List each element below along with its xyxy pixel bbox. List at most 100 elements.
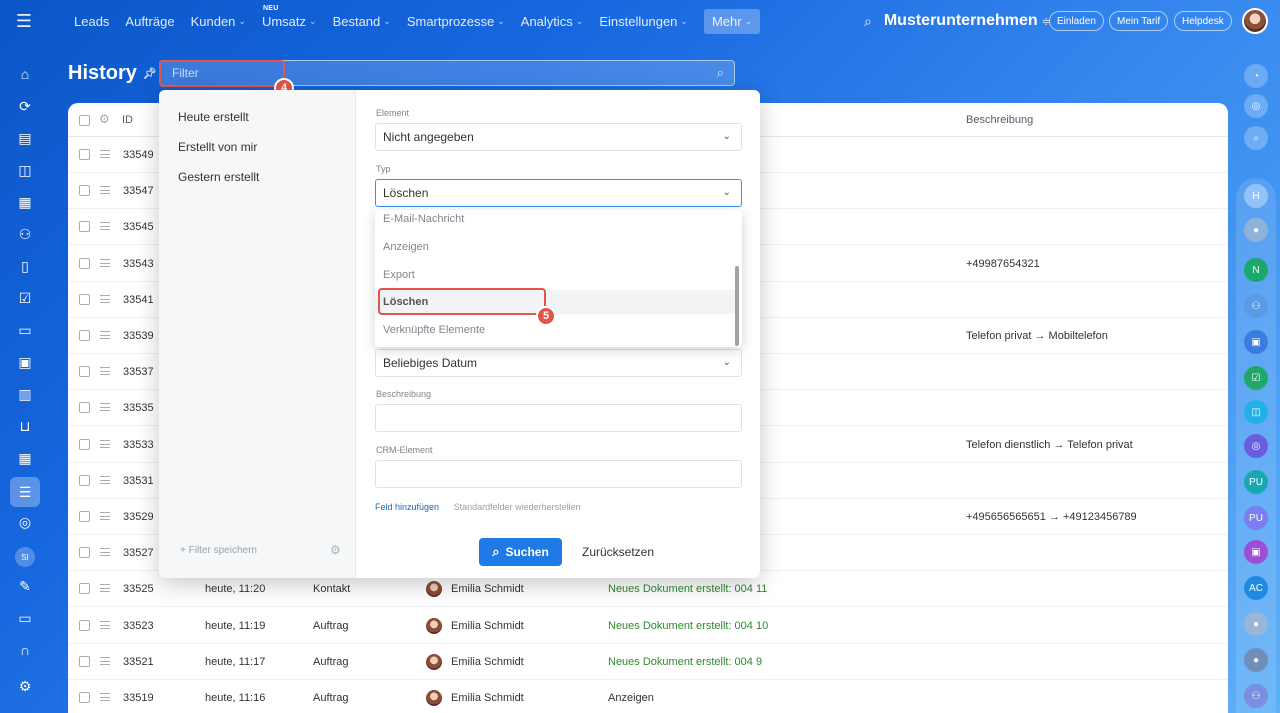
lock-chat2-icon[interactable]: ▣ bbox=[1244, 540, 1268, 564]
schedule-icon[interactable]: ▦ bbox=[13, 446, 37, 470]
drag-handle-icon[interactable] bbox=[100, 620, 110, 629]
lock-chat-icon[interactable]: ▣ bbox=[1244, 330, 1268, 354]
row-checkbox[interactable] bbox=[79, 185, 90, 197]
row-checkbox[interactable] bbox=[79, 221, 90, 233]
row-checkbox[interactable] bbox=[79, 293, 90, 305]
gear-icon[interactable]: ⚙ bbox=[99, 112, 110, 126]
copilot-chat-icon[interactable]: ◎ bbox=[1244, 434, 1268, 458]
nav-auftraege[interactable]: Aufträge bbox=[117, 0, 182, 42]
target-icon[interactable]: ◎ bbox=[13, 510, 37, 534]
row-checkbox[interactable] bbox=[79, 655, 90, 667]
contact-h-icon[interactable]: H bbox=[1244, 184, 1268, 208]
analytics-icon[interactable]: ▥ bbox=[13, 382, 37, 406]
row-event[interactable]: Neues Dokument erstellt: 004 9 bbox=[608, 656, 762, 668]
date-select[interactable]: Beliebiges Datum ⌄ bbox=[375, 349, 742, 377]
drag-handle-icon[interactable] bbox=[100, 367, 110, 376]
helpdesk-button[interactable]: Helpdesk bbox=[1174, 11, 1232, 31]
table-row[interactable]: 33519 heute, 11:16 Auftrag Emilia Schmidt An… bbox=[68, 680, 1228, 713]
search-icon[interactable]: ⌕ bbox=[864, 13, 872, 30]
tasks-chat-icon[interactable]: ☑ bbox=[1244, 366, 1268, 390]
user-avatar[interactable] bbox=[1242, 8, 1268, 34]
dropdown-scrollbar[interactable] bbox=[735, 266, 739, 346]
drag-handle-icon[interactable] bbox=[100, 222, 110, 231]
table-row[interactable]: 33523 heute, 11:19 Auftrag Emilia Schmidt Ne… bbox=[68, 608, 1228, 644]
message-chat-icon[interactable]: ◫ bbox=[1244, 400, 1268, 424]
reset-button[interactable]: Zurücksetzen bbox=[582, 538, 654, 566]
column-id[interactable]: ID bbox=[122, 114, 133, 126]
drive-icon[interactable]: ▭ bbox=[13, 318, 37, 342]
nav-smartprozesse[interactable]: Smartprozesse ⌄ bbox=[399, 0, 513, 42]
group-chat2-icon[interactable]: ⚇ bbox=[1244, 684, 1268, 708]
row-checkbox[interactable] bbox=[79, 547, 90, 559]
save-filter-button[interactable]: + Filter speichern bbox=[180, 545, 257, 556]
type-select[interactable]: Löschen ⌄ bbox=[375, 179, 742, 207]
gear-icon[interactable]: ⚙ bbox=[13, 674, 37, 698]
drag-handle-icon[interactable] bbox=[100, 150, 110, 158]
home-icon[interactable]: ⌂ bbox=[13, 62, 37, 86]
row-checkbox[interactable] bbox=[79, 474, 90, 486]
row-user[interactable]: Emilia Schmidt bbox=[426, 581, 524, 598]
copilot-icon[interactable]: ◎ bbox=[1244, 94, 1268, 118]
row-user[interactable]: Emilia Schmidt bbox=[426, 653, 524, 670]
chat-icon[interactable]: ◫ bbox=[13, 158, 37, 182]
table-row[interactable]: 33521 heute, 11:17 Auftrag Emilia Schmidt Ne… bbox=[68, 644, 1228, 680]
group-chat-icon[interactable]: ⚇ bbox=[1244, 294, 1268, 318]
gear-icon[interactable]: ⚙ bbox=[330, 543, 341, 557]
contact-ac-icon[interactable]: AC bbox=[1244, 576, 1268, 600]
preset-yesterday[interactable]: Gestern erstellt bbox=[178, 170, 259, 184]
option-anzeigen[interactable]: Anzeigen bbox=[383, 241, 429, 253]
funnel-crm-icon[interactable]: ⟳ bbox=[13, 94, 37, 118]
drag-handle-icon[interactable] bbox=[100, 294, 110, 303]
drag-handle-icon[interactable] bbox=[100, 584, 110, 593]
edit-doc-icon[interactable]: ✎ bbox=[13, 574, 37, 598]
company-switcher[interactable]: ⌕ Musterunternehmen ≑ bbox=[864, 0, 1051, 42]
nav-leads[interactable]: Leads bbox=[66, 0, 117, 42]
tasks-icon[interactable]: ☑ bbox=[13, 286, 37, 310]
drag-handle-icon[interactable] bbox=[100, 186, 110, 195]
filter-list-icon[interactable]: ☰ bbox=[10, 477, 40, 507]
crm-element-field[interactable] bbox=[375, 460, 742, 488]
row-checkbox[interactable] bbox=[79, 692, 90, 703]
search-chat-icon[interactable]: ⌕ bbox=[1244, 126, 1268, 150]
presentation-icon[interactable]: ▣ bbox=[13, 350, 37, 374]
nav-bestand[interactable]: Bestand ⌄ bbox=[325, 0, 399, 42]
drag-handle-icon[interactable] bbox=[100, 475, 110, 484]
drag-handle-icon[interactable] bbox=[100, 331, 110, 339]
add-field-link[interactable]: Feld hinzufügen bbox=[375, 502, 439, 512]
drag-handle-icon[interactable] bbox=[100, 258, 110, 267]
drag-handle-icon[interactable] bbox=[100, 693, 110, 701]
row-checkbox[interactable] bbox=[79, 438, 90, 450]
preset-mine[interactable]: Erstellt von mir bbox=[178, 140, 257, 154]
option-linked-elements[interactable]: Verknüpfte Elemente bbox=[383, 324, 485, 336]
option-email[interactable]: E-Mail-Nachricht bbox=[383, 213, 464, 225]
drag-handle-icon[interactable] bbox=[100, 656, 110, 665]
menu-icon[interactable]: ☰ bbox=[0, 0, 48, 42]
row-checkbox[interactable] bbox=[79, 330, 90, 341]
element-select[interactable]: Nicht angegeben ⌄ bbox=[375, 123, 742, 151]
cart-icon[interactable]: ⊔ bbox=[13, 414, 37, 438]
option-export[interactable]: Export bbox=[383, 269, 415, 281]
contact-pu2-icon[interactable]: PU bbox=[1244, 506, 1268, 530]
row-checkbox[interactable] bbox=[79, 149, 90, 160]
search-icon[interactable]: ⌕ bbox=[717, 65, 724, 81]
contact-pu-icon[interactable]: PU bbox=[1244, 470, 1268, 494]
contact-avatar3-icon[interactable]: ● bbox=[1244, 648, 1268, 672]
contact-avatar-icon[interactable]: ● bbox=[1244, 218, 1268, 242]
row-event[interactable]: Neues Dokument erstellt: 004 10 bbox=[608, 620, 768, 632]
select-all-checkbox[interactable] bbox=[79, 115, 90, 126]
nav-kunden[interactable]: Kunden ⌄ bbox=[183, 0, 254, 42]
file-icon[interactable]: ▯ bbox=[13, 254, 37, 278]
pin-icon[interactable]: 📌︎ bbox=[143, 67, 157, 80]
drag-handle-icon[interactable] bbox=[100, 512, 110, 520]
bell-icon[interactable]: ◔ bbox=[1244, 64, 1268, 88]
row-user[interactable]: Emilia Schmidt bbox=[426, 617, 524, 634]
row-user[interactable]: Emilia Schmidt bbox=[426, 690, 524, 706]
row-checkbox[interactable] bbox=[79, 583, 90, 595]
drag-handle-icon[interactable] bbox=[100, 439, 110, 448]
preset-today[interactable]: Heute erstellt bbox=[178, 110, 249, 124]
search-button[interactable]: ⌕ Suchen bbox=[479, 538, 562, 566]
headset-icon[interactable]: ∩ bbox=[13, 638, 37, 662]
nav-mehr[interactable]: Mehr ⌄ bbox=[696, 0, 768, 42]
row-checkbox[interactable] bbox=[79, 511, 90, 522]
document-icon[interactable]: ▤ bbox=[13, 126, 37, 150]
